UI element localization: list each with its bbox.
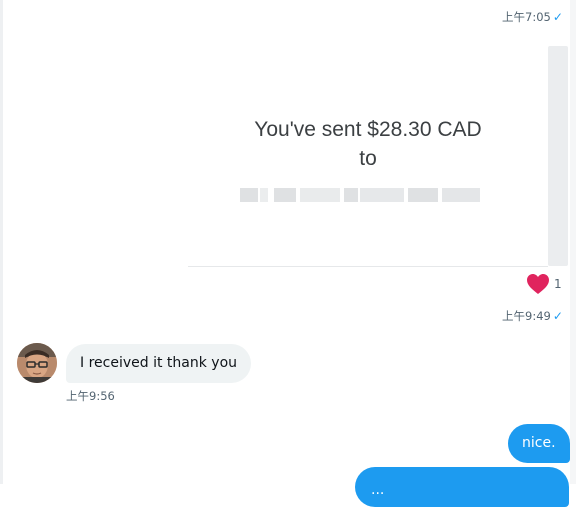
redacted-recipient-name — [240, 184, 480, 204]
message-timestamp-2: 上午9:49 ✓ — [502, 309, 563, 323]
message-timestamp-1: 上午7:05 ✓ — [502, 10, 563, 24]
incoming-message-bubble[interactable]: I received it thank you — [66, 344, 252, 383]
read-check-icon: ✓ — [552, 309, 563, 323]
message-reaction[interactable]: 1 — [526, 272, 562, 296]
image-text-line-1: You've sent $28.30 CAD — [254, 118, 482, 141]
outgoing-message-bubble[interactable]: nice. — [508, 424, 570, 463]
message-timestamp-3: 上午9:56 — [66, 389, 115, 403]
timestamp-text: 上午7:05 — [502, 10, 551, 24]
message-text: I received it thank you — [80, 355, 238, 371]
read-check-icon: ✓ — [552, 10, 563, 24]
message-text: nice. — [522, 435, 556, 451]
image-message[interactable]: You've sent $28.30 CAD to — [188, 40, 548, 267]
reaction-count: 1 — [554, 277, 562, 291]
timestamp-text: 上午9:49 — [502, 309, 551, 323]
outgoing-message-bubble-partial[interactable]: ... — [355, 467, 569, 507]
image-edge-shadow — [548, 46, 568, 266]
heart-icon — [526, 273, 550, 295]
image-text-line-2: to — [359, 147, 377, 170]
timestamp-text: 上午9:56 — [66, 389, 115, 403]
scrollbar-track[interactable] — [570, 0, 576, 484]
message-text: ... — [371, 482, 385, 498]
avatar[interactable] — [17, 343, 57, 383]
left-border — [0, 0, 3, 484]
